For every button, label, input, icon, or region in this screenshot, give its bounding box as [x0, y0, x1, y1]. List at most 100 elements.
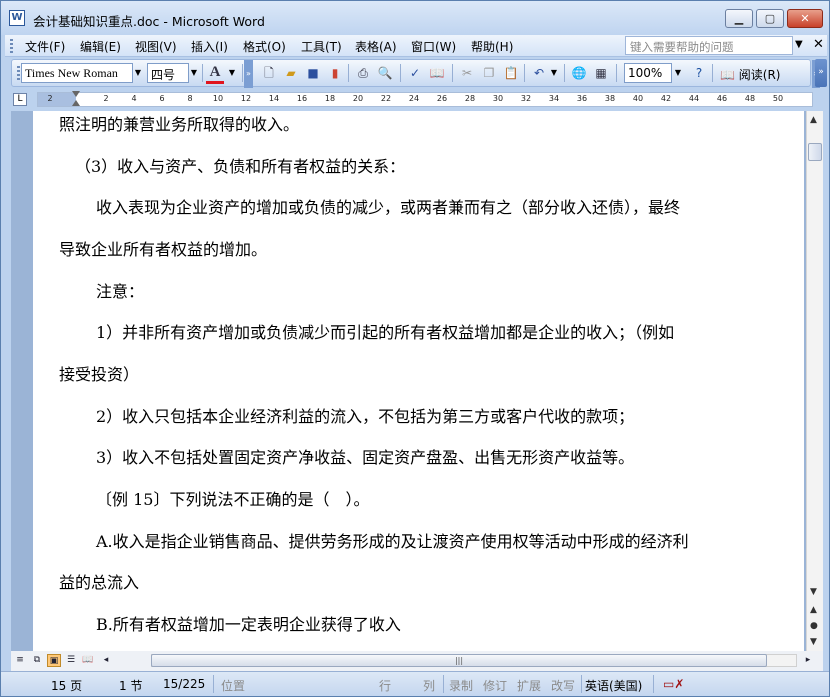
- document-paragraph[interactable]: 益的总流入: [59, 573, 804, 593]
- document-paragraph[interactable]: 2）收入只包括本企业经济利益的流入，不包括为第三方或客户代收的款项；: [96, 407, 804, 427]
- toolbar-overflow-chevron-icon[interactable]: »: [244, 60, 253, 88]
- document-page[interactable]: 照注明的兼营业务所取得的收入。 （3）收入与资产、负债和所有者权益的关系： 收入…: [33, 111, 804, 651]
- status-page[interactable]: 15 页: [51, 677, 82, 694]
- title-bar[interactable]: W 会计基础知识重点.doc - Microsoft Word ▁ ▢ ✕: [1, 1, 829, 35]
- research-icon[interactable]: 📖: [428, 64, 446, 82]
- status-record[interactable]: 录制: [449, 677, 473, 694]
- paste-icon[interactable]: 📋: [502, 64, 520, 82]
- select-browse-object-icon[interactable]: ●: [810, 621, 818, 631]
- web-layout-icon[interactable]: ⧉: [30, 654, 44, 667]
- print-preview-icon[interactable]: 🔍: [376, 64, 394, 82]
- zoom-select[interactable]: 100%: [624, 63, 672, 83]
- undo-dropdown-icon[interactable]: ▼: [548, 63, 560, 83]
- maximize-button[interactable]: ▢: [756, 9, 784, 28]
- ruler-tick: 36: [576, 94, 588, 103]
- document-paragraph[interactable]: B.所有者权益增加一定表明企业获得了收入: [96, 615, 804, 635]
- document-area: 照注明的兼营业务所取得的收入。 （3）收入与资产、负债和所有者权益的关系： 收入…: [11, 111, 806, 651]
- horizontal-ruler[interactable]: 2 2 4 6 8 10 12 14 16 18 20 22 24 26 28 …: [37, 91, 813, 109]
- ruler-tick: 24: [408, 94, 420, 103]
- status-extend[interactable]: 扩展: [517, 677, 541, 694]
- status-overtype[interactable]: 改写: [551, 677, 575, 694]
- document-paragraph[interactable]: A.收入是指企业销售商品、提供劳务形成的及让渡资产使用权等活动中形成的经济利: [96, 532, 804, 552]
- scroll-right-icon[interactable]: ▸: [801, 654, 815, 667]
- status-separator: [443, 675, 444, 693]
- ruler-tick: 48: [744, 94, 756, 103]
- outline-view-icon[interactable]: ☰: [64, 654, 78, 667]
- spelling-icon[interactable]: ✓: [406, 64, 424, 82]
- font-size-select[interactable]: 四号: [147, 63, 189, 83]
- document-paragraph[interactable]: 3）收入不包括处置固定资产净收益、固定资产盘盈、出售无形资产收益等。: [96, 448, 804, 468]
- minimize-button[interactable]: ▁: [725, 9, 753, 28]
- scroll-down-icon[interactable]: ▼: [810, 587, 817, 597]
- open-folder-icon[interactable]: ▰: [282, 64, 300, 82]
- font-name-select[interactable]: Times New Roman: [21, 63, 133, 83]
- status-language[interactable]: 英语(美国): [585, 677, 642, 694]
- document-paragraph[interactable]: 导致企业所有者权益的增加。: [59, 240, 804, 260]
- print-icon[interactable]: ⎙: [354, 64, 372, 82]
- read-mode-button[interactable]: 📖 阅读(R): [720, 66, 780, 83]
- undo-icon[interactable]: ↶: [530, 64, 548, 82]
- menu-file[interactable]: 文件(F): [23, 38, 67, 55]
- print-layout-icon[interactable]: ▣: [47, 654, 61, 667]
- copy-icon[interactable]: ❐: [480, 64, 498, 82]
- status-section[interactable]: 1 节: [119, 677, 142, 694]
- status-page-of[interactable]: 15/225: [163, 677, 205, 691]
- previous-page-icon[interactable]: ▲: [810, 605, 817, 615]
- menu-insert[interactable]: 插入(I): [189, 38, 230, 55]
- word-app-icon[interactable]: W: [9, 10, 25, 26]
- status-line[interactable]: 行: [379, 677, 391, 694]
- close-button[interactable]: ✕: [787, 9, 823, 28]
- ruler-tick: 18: [324, 94, 336, 103]
- status-position[interactable]: 位置: [221, 677, 245, 694]
- menu-edit[interactable]: 编辑(E): [78, 38, 123, 55]
- reading-layout-icon[interactable]: 📖: [81, 654, 95, 667]
- help-dropdown-icon[interactable]: ▼: [795, 39, 803, 50]
- tab-selector-icon[interactable]: L: [13, 93, 27, 106]
- menu-format[interactable]: 格式(O): [241, 38, 288, 55]
- toolbar-separator: [400, 64, 401, 82]
- spelling-status-icon[interactable]: ▭✗: [663, 677, 684, 691]
- font-color-icon[interactable]: A: [206, 64, 224, 84]
- insert-table-icon[interactable]: ▦: [592, 64, 610, 82]
- document-paragraph[interactable]: 照注明的兼营业务所取得的收入。: [59, 115, 804, 135]
- document-paragraph[interactable]: 1）并非所有资产增加或负债减少而引起的所有者权益增加都是企业的收入；（例如: [96, 323, 804, 343]
- scroll-up-icon[interactable]: ▲: [810, 115, 817, 125]
- normal-view-icon[interactable]: ≡: [13, 654, 27, 667]
- hyperlink-icon[interactable]: 🌐: [570, 64, 588, 82]
- font-size-dropdown-icon[interactable]: ▼: [188, 63, 200, 83]
- scroll-left-icon[interactable]: ◂: [99, 654, 113, 667]
- document-paragraph[interactable]: 〔例 15〕下列说法不正确的是（ ）。: [96, 490, 804, 510]
- toolbar-grip[interactable]: [17, 66, 20, 80]
- vertical-scrollbar[interactable]: ▲ ▼ ▲ ● ▼: [806, 111, 823, 651]
- save-icon[interactable]: ■: [304, 64, 322, 82]
- vertical-scroll-thumb[interactable]: [808, 143, 822, 161]
- new-document-icon[interactable]: 🗋: [260, 64, 278, 82]
- menu-window[interactable]: 窗口(W): [409, 38, 458, 55]
- menu-tools[interactable]: 工具(T): [299, 38, 344, 55]
- horizontal-scroll-thumb[interactable]: |||: [151, 654, 767, 667]
- ruler-tick: 32: [520, 94, 532, 103]
- document-paragraph[interactable]: 收入表现为企业资产的增加或负债的减少，或两者兼而有之（部分收入还债），最终: [96, 198, 804, 218]
- font-name-dropdown-icon[interactable]: ▼: [132, 63, 144, 83]
- help-icon[interactable]: ?: [690, 64, 708, 82]
- document-paragraph[interactable]: （3）收入与资产、负债和所有者权益的关系：: [75, 157, 804, 177]
- font-color-dropdown-icon[interactable]: ▼: [226, 63, 238, 83]
- indent-marker-icon[interactable]: [72, 91, 81, 109]
- status-track-changes[interactable]: 修订: [483, 677, 507, 694]
- document-paragraph[interactable]: 接受投资）: [59, 365, 804, 385]
- menu-table[interactable]: 表格(A): [353, 38, 399, 55]
- toolbar-chevron-icon[interactable]: »: [815, 59, 827, 87]
- permission-icon[interactable]: ▮: [326, 64, 344, 82]
- status-column[interactable]: 列: [423, 677, 435, 694]
- menubar-grip[interactable]: [10, 39, 13, 53]
- help-search-input[interactable]: 键入需要帮助的问题: [625, 36, 793, 55]
- document-paragraph[interactable]: 注意：: [96, 282, 804, 302]
- ruler-tick: 50: [772, 94, 784, 103]
- horizontal-bar: ≡ ⧉ ▣ ☰ 📖 ◂ ||| ▸: [11, 651, 823, 671]
- menu-help[interactable]: 帮助(H): [469, 38, 515, 55]
- next-page-icon[interactable]: ▼: [810, 637, 817, 647]
- document-close-icon[interactable]: ✕: [813, 37, 824, 52]
- cut-icon[interactable]: ✂: [458, 64, 476, 82]
- zoom-dropdown-icon[interactable]: ▼: [672, 63, 684, 83]
- menu-view[interactable]: 视图(V): [133, 38, 179, 55]
